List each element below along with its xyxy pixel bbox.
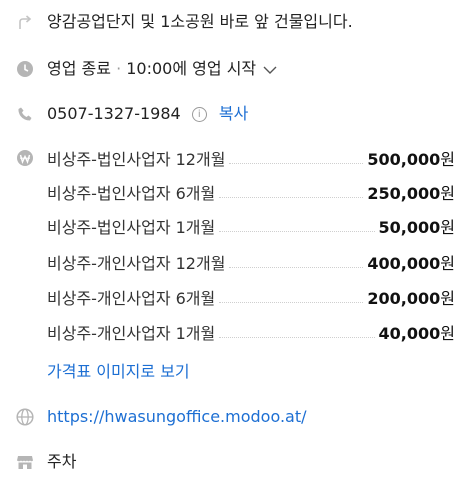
copy-button[interactable]: 복사 xyxy=(219,104,248,123)
price-item-name: 비상주-법인사업자 1개월 xyxy=(47,218,216,237)
price-item-amount: 200,000 xyxy=(367,289,441,308)
price-leader-dots xyxy=(219,230,375,232)
globe-icon xyxy=(15,407,35,427)
hours-text: 영업 종료 · 10:00에 영업 시작 xyxy=(47,59,277,80)
website-link[interactable]: https://hwasungoffice.modoo.at/ xyxy=(47,407,307,427)
chevron-down-icon[interactable] xyxy=(263,60,277,80)
price-leader-dots xyxy=(219,336,375,338)
price-item-value: 50,000원 xyxy=(375,214,455,238)
price-item-amount: 500,000 xyxy=(367,150,441,169)
hours-next-open: 10:00에 영업 시작 xyxy=(126,59,257,78)
price-item-unit: 원 xyxy=(440,254,455,273)
hours-separator: · xyxy=(116,59,122,78)
turn-arrow-icon xyxy=(15,12,35,32)
price-leader-dots xyxy=(229,162,364,164)
price-item: 비상주-법인사업자 12개월 500,000원 xyxy=(47,146,455,170)
phone-text: 0507-1327-1984 i 복사 xyxy=(47,104,248,124)
info-icon[interactable]: i xyxy=(191,107,207,122)
price-item-name: 비상주-법인사업자 12개월 xyxy=(47,150,226,169)
price-item: 비상주-개인사업자 1개월 40,000원 xyxy=(47,320,455,344)
price-item-unit: 원 xyxy=(440,218,455,237)
facility-row: 주차 xyxy=(0,450,468,474)
price-item-amount: 400,000 xyxy=(367,254,441,273)
price-item-value: 500,000원 xyxy=(363,146,455,170)
price-item-value: 40,000원 xyxy=(375,320,455,344)
price-item-unit: 원 xyxy=(440,289,455,308)
price-item: 비상주-개인사업자 12개월 400,000원 xyxy=(47,250,455,274)
price-item-amount: 50,000 xyxy=(378,218,441,237)
price-item-unit: 원 xyxy=(440,324,455,343)
price-item-name: 비상주-개인사업자 6개월 xyxy=(47,289,216,308)
price-item-name: 비상주-법인사업자 6개월 xyxy=(47,184,216,203)
website-row: https://hwasungoffice.modoo.at/ xyxy=(0,405,468,429)
directions-row: 양감공업단지 및 1소공원 바로 앞 건물입니다. xyxy=(0,10,468,34)
price-item-unit: 원 xyxy=(440,184,455,203)
price-item-unit: 원 xyxy=(440,150,455,169)
price-item-amount: 250,000 xyxy=(367,184,441,203)
phone-row: 0507-1327-1984 i 복사 xyxy=(0,102,468,126)
hours-status: 영업 종료 xyxy=(47,59,111,78)
price-item: 비상주-법인사업자 6개월 250,000원 xyxy=(47,180,455,204)
hours-row[interactable]: 영업 종료 · 10:00에 영업 시작 xyxy=(0,57,468,81)
price-item-value: 400,000원 xyxy=(363,250,455,274)
price-item-name: 비상주-개인사업자 1개월 xyxy=(47,324,216,343)
store-icon xyxy=(15,452,35,472)
clock-icon xyxy=(15,59,35,79)
price-item-value: 200,000원 xyxy=(363,285,455,309)
phone-number[interactable]: 0507-1327-1984 xyxy=(47,104,181,123)
price-item: 비상주-법인사업자 1개월 50,000원 xyxy=(47,214,455,238)
directions-text: 양감공업단지 및 1소공원 바로 앞 건물입니다. xyxy=(47,12,353,31)
won-icon xyxy=(15,148,35,168)
price-leader-dots xyxy=(219,196,364,198)
price-leader-dots xyxy=(219,301,364,303)
price-image-link[interactable]: 가격표 이미지로 보기 xyxy=(47,362,190,382)
phone-icon xyxy=(15,104,35,124)
price-leader-dots xyxy=(229,266,364,268)
price-item-amount: 40,000 xyxy=(378,324,441,343)
facility-label: 주차 xyxy=(47,452,77,471)
price-item-name: 비상주-개인사업자 12개월 xyxy=(47,254,226,273)
price-item-value: 250,000원 xyxy=(363,180,455,204)
price-item: 비상주-개인사업자 6개월 200,000원 xyxy=(47,285,455,309)
